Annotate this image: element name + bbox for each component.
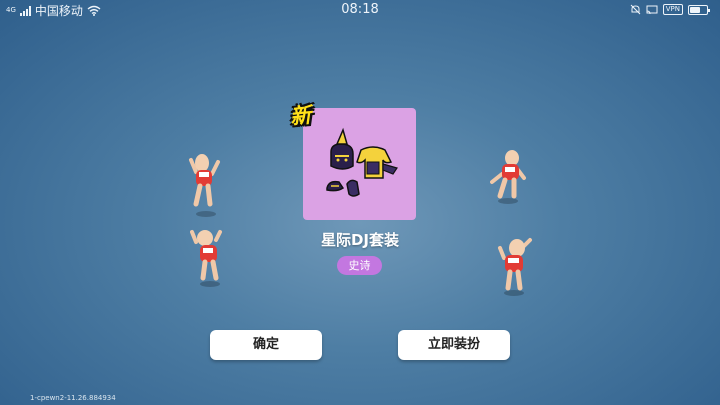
rarity-badge: 史诗 [337, 256, 382, 275]
reward-item-card [303, 108, 416, 220]
clock: 08:18 [341, 2, 379, 17]
status-bar: 4G 中国移动 08:18 VPN [0, 0, 720, 22]
character-figure [498, 238, 532, 296]
equip-now-button[interactable]: 立即装扮 [398, 330, 510, 360]
cast-icon [646, 5, 658, 14]
confirm-button[interactable]: 确定 [210, 330, 322, 360]
vpn-badge: VPN [662, 4, 683, 15]
character-figure [490, 150, 526, 204]
battery-icon [688, 4, 710, 15]
dj-outfit-icon [326, 127, 398, 197]
item-name: 星际DJ套装 [320, 231, 400, 249]
version-label: 1-cpewn2-11.26.884934 [30, 394, 116, 402]
status-right: VPN [630, 4, 710, 15]
mute-bell-icon [630, 4, 641, 15]
new-item-badge: 新 [288, 102, 313, 130]
character-figure [190, 230, 222, 287]
battery-level [690, 6, 700, 13]
character-figure [189, 154, 220, 217]
